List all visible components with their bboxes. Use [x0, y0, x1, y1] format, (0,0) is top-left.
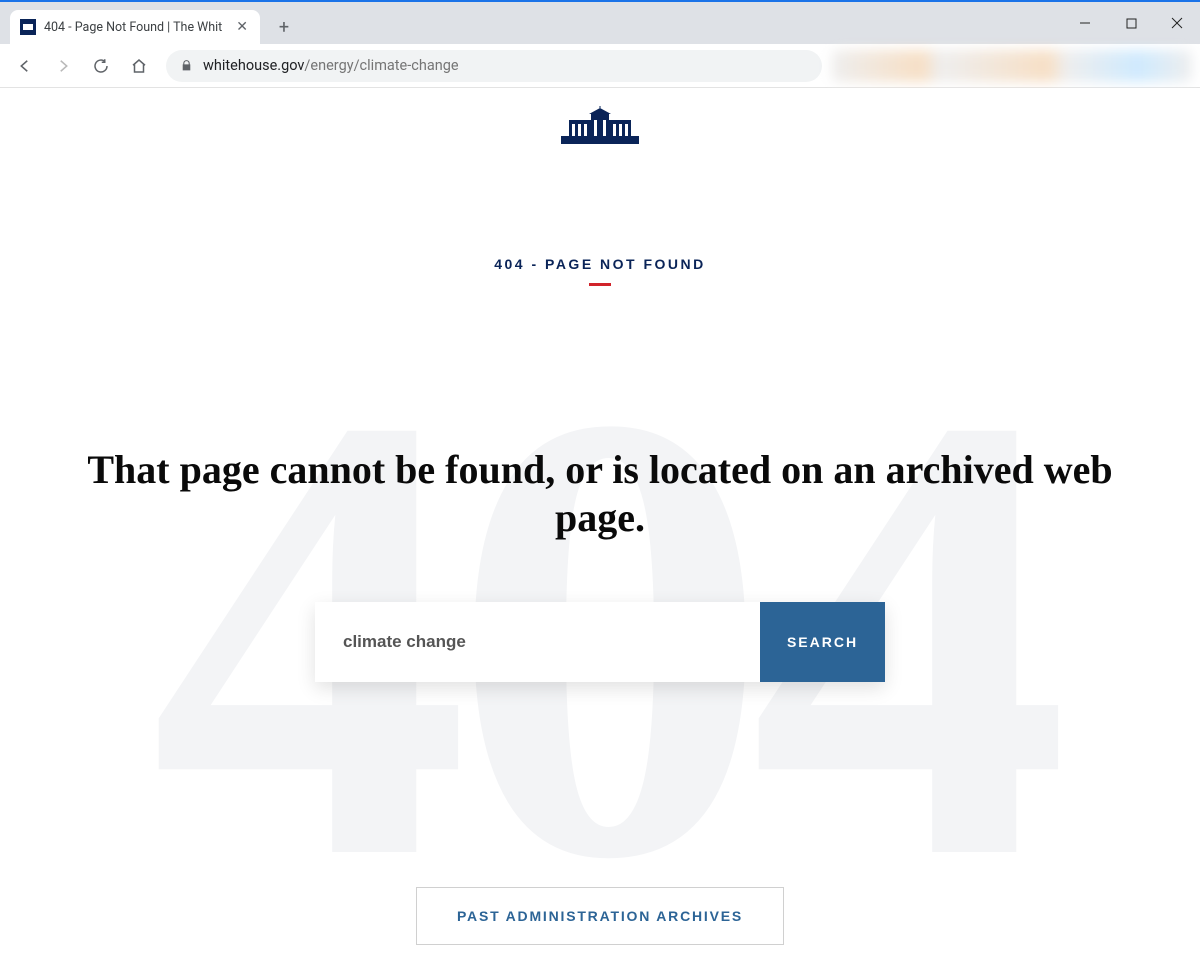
extensions-area-blurred	[832, 50, 1192, 82]
eyebrow-text: 404 - PAGE NOT FOUND	[0, 256, 1200, 272]
nav-back-button[interactable]	[8, 49, 42, 83]
page-viewport: 404 404 - PAGE NOT FOUND That page canno…	[0, 88, 1200, 959]
tab-title: 404 - Page Not Found | The Whit	[44, 20, 228, 35]
window-maximize-button[interactable]	[1108, 2, 1154, 44]
tab-favicon	[20, 19, 36, 35]
search-input[interactable]	[315, 602, 760, 682]
browser-toolbar: whitehouse.gov/energy/climate-change	[0, 44, 1200, 88]
url-domain: whitehouse.gov	[203, 57, 304, 74]
error-headline: That page cannot be found, or is located…	[0, 446, 1200, 542]
url-path: /energy/climate-change	[304, 57, 458, 74]
new-tab-button[interactable]: +	[270, 13, 298, 41]
nav-forward-button[interactable]	[46, 49, 80, 83]
search-row: SEARCH	[315, 602, 885, 682]
whitehouse-logo[interactable]	[560, 106, 640, 146]
past-archives-button[interactable]: PAST ADMINISTRATION ARCHIVES	[416, 887, 784, 945]
tab-close-icon[interactable]: ✕	[236, 20, 248, 34]
search-button[interactable]: SEARCH	[760, 602, 885, 682]
window-close-button[interactable]	[1154, 2, 1200, 44]
browser-tab-bar: 404 - Page Not Found | The Whit ✕ +	[0, 2, 1200, 44]
window-controls	[1062, 2, 1200, 44]
browser-tab-active[interactable]: 404 - Page Not Found | The Whit ✕	[10, 10, 260, 44]
address-bar[interactable]: whitehouse.gov/energy/climate-change	[166, 50, 822, 82]
lock-icon	[180, 59, 193, 72]
eyebrow-container: 404 - PAGE NOT FOUND	[0, 256, 1200, 286]
window-minimize-button[interactable]	[1062, 2, 1108, 44]
url-text: whitehouse.gov/energy/climate-change	[203, 57, 459, 74]
nav-reload-button[interactable]	[84, 49, 118, 83]
nav-home-button[interactable]	[122, 49, 156, 83]
